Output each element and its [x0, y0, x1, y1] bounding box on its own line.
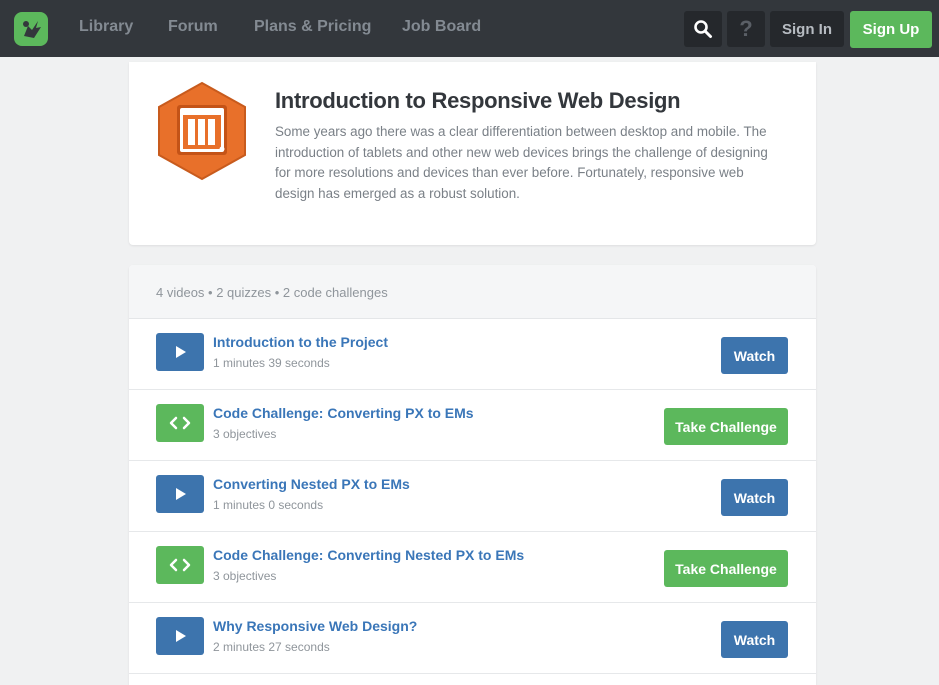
- step-meta: 1 minutes 39 seconds: [213, 356, 330, 370]
- course-intro-card: Introduction to Responsive Web Design So…: [129, 62, 816, 245]
- step-title-link[interactable]: Introduction to the Project: [213, 334, 388, 350]
- help-button[interactable]: ?: [727, 11, 765, 47]
- help-icon: ?: [739, 16, 753, 41]
- nav-plans-pricing-link[interactable]: Plans & Pricing: [254, 18, 371, 36]
- play-icon: [176, 346, 186, 358]
- step-meta: 1 minutes 0 seconds: [213, 498, 324, 512]
- nav-library-link[interactable]: Library: [79, 18, 133, 36]
- step-row: Code Challenge: Converting PX to EMs 3 o…: [129, 390, 816, 461]
- code-challenge-step-button[interactable]: [156, 404, 204, 442]
- take-challenge-button[interactable]: Take Challenge: [664, 550, 788, 587]
- step-meta: 3 objectives: [213, 427, 277, 441]
- step-title-link[interactable]: Code Challenge: Converting PX to EMs: [213, 405, 474, 421]
- step-meta: 2 minutes 27 seconds: [213, 640, 330, 654]
- play-icon: [176, 630, 186, 642]
- take-challenge-button[interactable]: Take Challenge: [664, 408, 788, 445]
- video-step-button[interactable]: [156, 333, 204, 371]
- sign-up-button[interactable]: Sign Up: [850, 11, 932, 48]
- code-icon: [169, 416, 191, 430]
- search-icon: [694, 20, 712, 38]
- step-row: Why Responsive Web Design? 2 minutes 27 …: [129, 603, 816, 674]
- step-row: Code Challenge: Converting Nested PX to …: [129, 532, 816, 603]
- code-challenge-step-button[interactable]: [156, 546, 204, 584]
- play-icon: [176, 488, 186, 500]
- steps-summary-header: 4 videos • 2 quizzes • 2 code challenges: [129, 265, 816, 319]
- top-nav-bar: Library Forum Plans & Pricing Job Board …: [0, 0, 939, 57]
- step-title-link[interactable]: Why Responsive Web Design?: [213, 618, 417, 634]
- watch-button[interactable]: Watch: [721, 337, 788, 374]
- step-title-link[interactable]: Code Challenge: Converting Nested PX to …: [213, 547, 524, 563]
- code-icon: [169, 558, 191, 572]
- sign-in-button[interactable]: Sign In: [770, 11, 844, 47]
- video-step-button[interactable]: [156, 475, 204, 513]
- watch-button[interactable]: Watch: [721, 479, 788, 516]
- search-button[interactable]: [684, 11, 722, 47]
- treehouse-logo-icon[interactable]: [14, 12, 48, 46]
- nav-forum-link[interactable]: Forum: [168, 18, 218, 36]
- step-meta: 3 objectives: [213, 569, 277, 583]
- step-title-link[interactable]: Converting Nested PX to EMs: [213, 476, 410, 492]
- watch-button[interactable]: Watch: [721, 621, 788, 658]
- responsive-design-badge-icon: [158, 81, 246, 181]
- steps-summary: 4 videos • 2 quizzes • 2 code challenges: [156, 285, 388, 300]
- course-steps-card: 4 videos • 2 quizzes • 2 code challenges…: [129, 265, 816, 685]
- course-title: Introduction to Responsive Web Design: [275, 88, 681, 113]
- video-step-button[interactable]: [156, 617, 204, 655]
- course-description: Some years ago there was a clear differe…: [275, 124, 768, 201]
- step-row: Introduction to the Project 1 minutes 39…: [129, 319, 816, 390]
- nav-job-board-link[interactable]: Job Board: [402, 18, 481, 36]
- step-row: Converting Nested PX to EMs 1 minutes 0 …: [129, 461, 816, 532]
